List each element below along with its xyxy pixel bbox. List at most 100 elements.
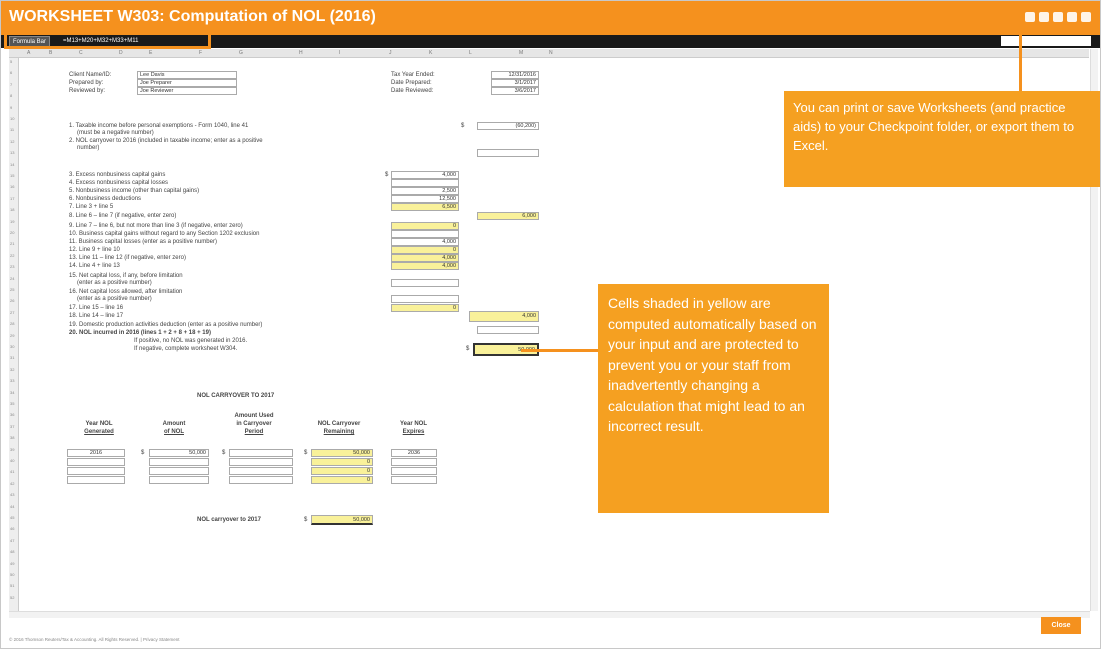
line-14: 14. Line 4 + line 13 [69, 263, 120, 269]
dollar-sign: $ [385, 172, 389, 178]
amount-cell[interactable] [149, 476, 209, 484]
row-header: 30 [10, 344, 15, 349]
col-remaining-1: NOL Carryover [317, 421, 361, 427]
client-field[interactable]: Lee Davis [137, 71, 237, 79]
dollar-sign: $ [461, 123, 465, 129]
window-title: WORKSHEET W303: Computation of NOL (2016… [9, 8, 376, 25]
date-prepared-label: Date Prepared: [391, 80, 432, 86]
tax-year-label: Tax Year Ended: [391, 72, 435, 78]
expires-cell[interactable] [391, 476, 437, 484]
line-1-value[interactable]: (60,200) [477, 122, 539, 130]
line-3-value[interactable]: 4,000 [391, 171, 459, 179]
yellow-cells-callout: Cells shaded in yellow are computed auto… [598, 284, 829, 513]
callout-connector [521, 349, 601, 352]
row-header: 10 [10, 116, 15, 121]
date-prepared-field[interactable]: 3/1/2017 [491, 79, 539, 87]
row-header: 22 [10, 252, 15, 258]
column-header: H [299, 50, 303, 56]
row-headers: 5 6 7 8 9 10 11 12 13 14 15 16 17 18 19 20 21 22 23 24 25 26 2… [9, 58, 19, 611]
line-19-value[interactable] [477, 326, 539, 334]
year-generated-cell[interactable] [67, 467, 125, 475]
amount-cell[interactable]: 50,000 [149, 449, 209, 457]
line-5: 5. Nonbusiness income (other than capita… [69, 188, 200, 194]
expires-cell[interactable] [391, 467, 437, 475]
remaining-cell: 0 [311, 467, 373, 475]
row-header: 20 [10, 230, 15, 235]
row-header: 51 [10, 583, 15, 589]
column-header: N [549, 50, 553, 56]
used-cell[interactable] [229, 449, 293, 457]
line-6-value[interactable]: 12,500 [391, 195, 459, 203]
reviewed-field[interactable]: Joe Reviewer [137, 87, 237, 95]
year-generated-cell[interactable]: 2016 [67, 449, 125, 457]
column-header: K [429, 50, 433, 56]
horizontal-scrollbar[interactable] [9, 611, 1090, 618]
row-header: 37 [10, 423, 15, 429]
column-header: B [49, 50, 53, 56]
row-header: 6 [10, 70, 13, 76]
line-6: 6. Nonbusiness deductions [69, 196, 142, 202]
line-16-note: (enter as a positive number) [77, 296, 152, 302]
line-4-value[interactable] [391, 179, 459, 187]
date-reviewed-field[interactable]: 3/6/2017 [491, 87, 539, 95]
row-header: 48 [10, 549, 15, 555]
expires-cell[interactable]: 2036 [391, 449, 437, 457]
line-16: 16. Net capital loss allowed, after limi… [69, 289, 183, 295]
year-generated-cell[interactable] [67, 458, 125, 466]
column-header: F [199, 50, 203, 56]
col-remaining-2: Remaining [323, 429, 355, 435]
col-expires-2: Expires [402, 429, 425, 435]
line-11-value[interactable]: 4,000 [391, 238, 459, 246]
col-amount-2: of NOL [164, 429, 184, 435]
row-header: 45 [10, 515, 15, 520]
dollar-sign: $ [304, 517, 308, 523]
line-12: 12. Line 9 + line 10 [69, 247, 120, 253]
row-header: 14 [10, 161, 15, 167]
carryover-total-label: NOL carryover to 2017 [197, 517, 261, 523]
prepared-field[interactable]: Joe Preparer [137, 79, 237, 87]
line-11: 11. Business capital losses (enter as a … [69, 239, 217, 245]
row-header: 31 [10, 355, 15, 361]
used-cell[interactable] [229, 467, 293, 475]
carryover-total-value: 50,000 [311, 515, 373, 525]
expires-cell[interactable] [391, 458, 437, 466]
col-year-generated-1: Year NOL [85, 421, 113, 427]
line-2-value[interactable] [477, 149, 539, 157]
row-header: 23 [10, 264, 15, 270]
amount-cell[interactable] [149, 467, 209, 475]
used-cell[interactable] [229, 476, 293, 484]
col-expires-1: Year NOL [399, 421, 427, 427]
row-header: 36 [10, 412, 15, 418]
worksheet-window: WORKSHEET W303: Computation of NOL (2016… [0, 0, 1101, 649]
formula-bar-highlight [4, 25, 211, 49]
line-14-value: 4,000 [391, 262, 459, 270]
row-header: 18 [10, 207, 15, 213]
line-15-value[interactable] [391, 279, 459, 287]
note-positive: If positive, no NOL was generated in 201… [134, 338, 248, 344]
line-18: 18. Line 14 – line 17 [69, 313, 124, 319]
row-header: 17 [10, 195, 15, 201]
line-5-value[interactable]: 2,500 [391, 187, 459, 195]
tax-year-field[interactable]: 12/31/2016 [491, 71, 539, 79]
row-header: 11 [10, 127, 15, 133]
col-used-1: Amount Used [234, 413, 274, 419]
year-generated-cell[interactable] [67, 476, 125, 484]
toolbar-icons-highlight [996, 1, 1098, 35]
line-16-value[interactable] [391, 295, 459, 303]
line-10-value[interactable] [391, 230, 459, 238]
row-header: 33 [10, 378, 15, 384]
line-13-value: 4,000 [391, 254, 459, 262]
line-3: 3. Excess nonbusiness capital gains [69, 172, 166, 178]
remaining-cell: 0 [311, 476, 373, 484]
date-reviewed-label: Date Reviewed: [391, 88, 434, 94]
line-17: 17. Line 15 – line 16 [69, 305, 124, 311]
amount-cell[interactable] [149, 458, 209, 466]
formula-bar-input[interactable] [1001, 36, 1091, 46]
used-cell[interactable] [229, 458, 293, 466]
dollar-sign: $ [222, 450, 226, 456]
close-button[interactable]: Close [1041, 617, 1081, 634]
line-9-value: 0 [391, 222, 459, 230]
line-9: 9. Line 7 – line 6, but not more than li… [69, 223, 243, 229]
column-header: D [119, 50, 123, 56]
row-header: 29 [10, 332, 15, 338]
